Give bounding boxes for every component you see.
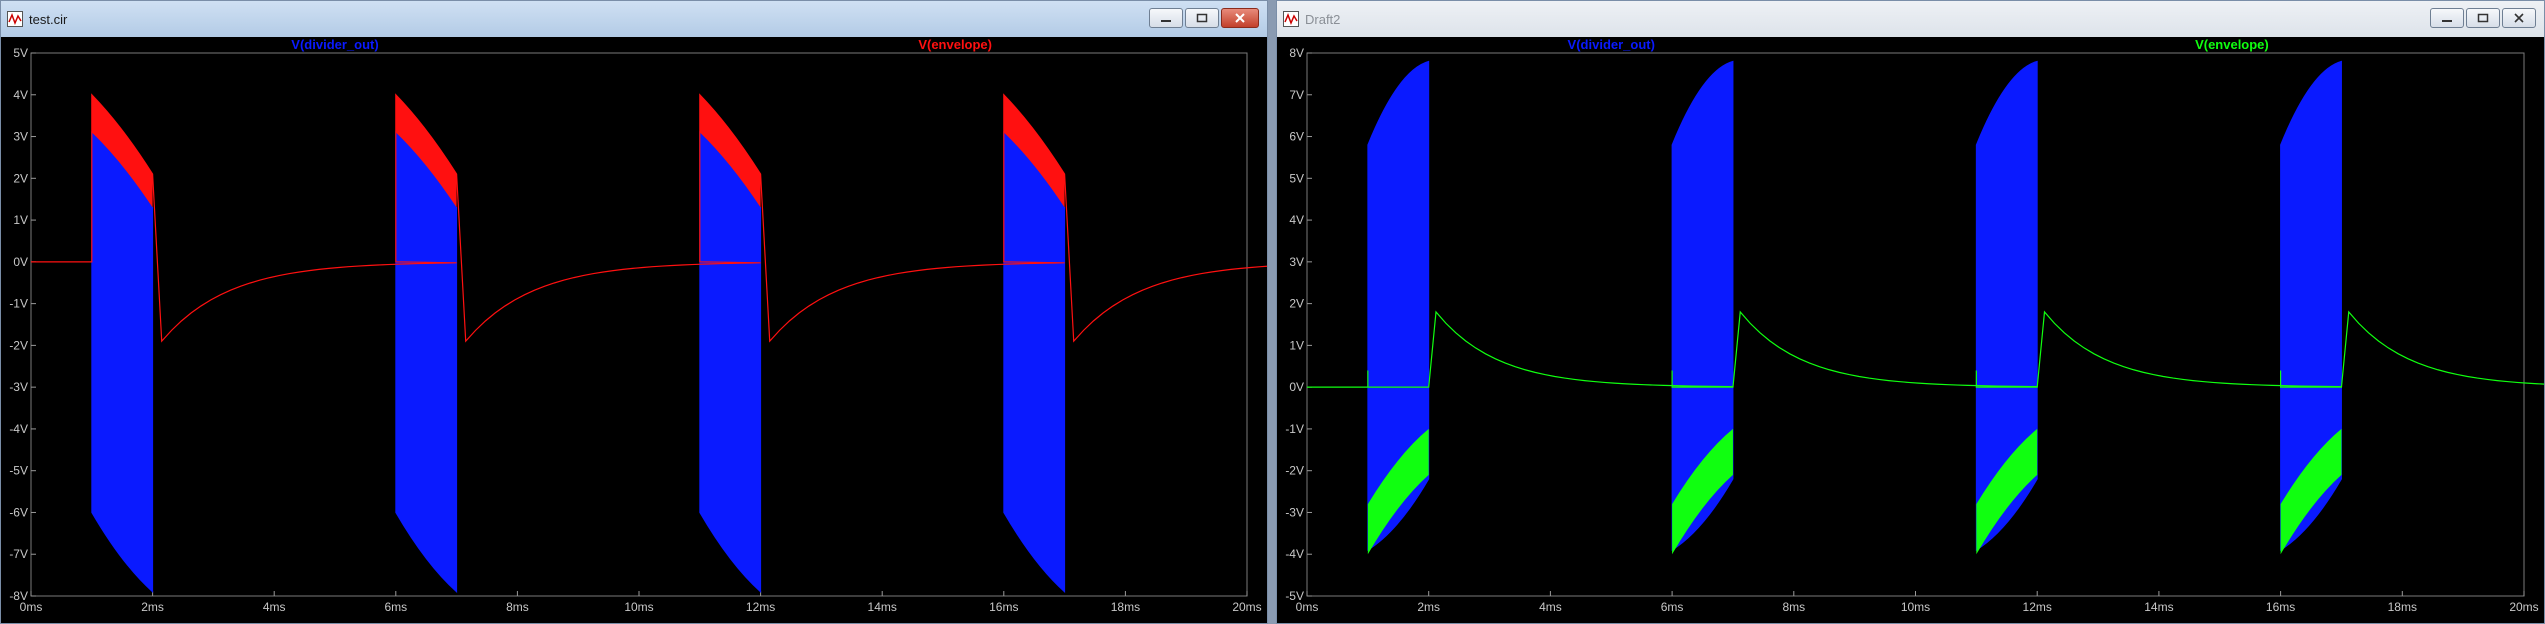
close-icon (2514, 13, 2524, 23)
y-tick-label: 4V (1289, 213, 1304, 227)
x-tick-label: 8ms (1782, 600, 1805, 614)
window-splitter[interactable] (1268, 0, 1276, 624)
y-tick-label: 7V (1289, 88, 1304, 102)
y-tick-label: 3V (13, 130, 28, 144)
x-tick-label: 16ms (989, 600, 1018, 614)
x-tick-label: 8ms (506, 600, 529, 614)
y-tick-label: -1V (9, 297, 28, 311)
left-window-title: test.cir (29, 11, 68, 27)
y-tick-label: -7V (9, 547, 28, 561)
right-window-title: Draft2 (1305, 11, 1341, 27)
y-tick-label: -2V (1285, 464, 1304, 478)
maximize-icon (1196, 13, 1208, 23)
legend-trace-1: V(divider_out) (1568, 37, 1655, 52)
x-tick-label: 12ms (2023, 600, 2052, 614)
y-tick-label: 4V (13, 88, 28, 102)
y-tick-label: 3V (1289, 255, 1304, 269)
left-waveform-window: test.cir 5V 4V 3V 2V 1V 0V -1V -2V -3V -4V -5V -6V -… (0, 0, 1268, 624)
y-tick-label: -5V (9, 464, 28, 478)
x-tick-label: 12ms (746, 600, 775, 614)
x-tick-label: 16ms (2266, 600, 2295, 614)
y-tick-label: 2V (13, 171, 28, 185)
x-tick-label: 2ms (1417, 600, 1440, 614)
traces (1307, 60, 2544, 555)
y-tick-label: 1V (13, 213, 28, 227)
right-minimize-button[interactable] (2430, 8, 2464, 28)
y-tick-label: 2V (1289, 297, 1304, 311)
x-tick-label: 10ms (1901, 600, 1930, 614)
right-maximize-button[interactable] (2466, 8, 2500, 28)
close-icon (1235, 13, 1245, 23)
envelope-trace (1307, 310, 2544, 388)
right-window-titlebar[interactable]: Draft2 (1277, 1, 2544, 37)
minimize-icon (1161, 20, 1171, 22)
x-tick-label: 2ms (141, 600, 164, 614)
legend-trace-2: V(envelope) (2195, 37, 2269, 52)
right-waveform-window: Draft2 8V 7V 6V 5V 4V 3V 2V 1V 0V -1V -2V -3V -4V -5V… (1276, 0, 2545, 624)
x-tick-label: 10ms (624, 600, 653, 614)
y-tick-label: -3V (9, 380, 28, 394)
maximize-icon (2477, 13, 2489, 23)
divider-out-burst (1003, 131, 1066, 593)
x-tick-label: 6ms (384, 600, 407, 614)
x-tick-label: 14ms (2144, 600, 2173, 614)
divider-out-burst (699, 131, 762, 593)
envelope-trace (31, 93, 1267, 343)
x-tick-label: 20ms (2509, 600, 2538, 614)
traces (31, 93, 1267, 593)
right-plot-area[interactable]: 8V7V6V5V4V3V2V1V0V-1V-2V-3V-4V-5V0ms 2ms 4… (1277, 37, 2544, 623)
y-tick-label: 5V (13, 46, 28, 60)
left-minimize-button[interactable] (1149, 8, 1183, 28)
x-tick-label: 18ms (2388, 600, 2417, 614)
left-close-button[interactable] (1221, 8, 1259, 28)
divider-out-burst (91, 131, 154, 593)
x-tick-label: 0ms (1296, 600, 1319, 614)
y-tick-label: -4V (1285, 547, 1304, 561)
minimize-icon (2442, 20, 2452, 22)
left-window-titlebar[interactable]: test.cir (1, 1, 1267, 37)
legend-trace-2: V(envelope) (918, 37, 992, 52)
y-tick-label: 8V (1289, 46, 1304, 60)
legend-trace-1: V(divider_out) (291, 37, 378, 52)
x-tick-label: 18ms (1111, 600, 1140, 614)
y-tick-label: 0V (1289, 380, 1304, 394)
x-tick-label: 20ms (1232, 600, 1261, 614)
ltspice-waveform-icon (1283, 11, 1299, 27)
y-tick-label: -3V (1285, 505, 1304, 519)
x-tick-label: 4ms (1539, 600, 1562, 614)
left-plot-area[interactable]: 5V4V3V2V1V0V-1V-2V-3V-4V-5V-6V-7V-8V0ms 2… (1, 37, 1267, 623)
right-close-button[interactable] (2502, 8, 2536, 28)
y-tick-label: 5V (1289, 171, 1304, 185)
y-tick-label: -6V (9, 505, 28, 519)
divider-out-burst (395, 131, 458, 593)
x-tick-label: 4ms (263, 600, 286, 614)
y-tick-label: -2V (9, 338, 28, 352)
left-maximize-button[interactable] (1185, 8, 1219, 28)
y-tick-label: -1V (1285, 422, 1304, 436)
ltspice-waveform-icon (7, 11, 23, 27)
y-tick-label: 1V (1289, 338, 1304, 352)
y-tick-label: 0V (13, 255, 28, 269)
y-tick-label: -4V (9, 422, 28, 436)
y-tick-label: 6V (1289, 130, 1304, 144)
x-tick-label: 0ms (20, 600, 43, 614)
x-tick-label: 6ms (1661, 600, 1684, 614)
x-tick-label: 14ms (868, 600, 897, 614)
